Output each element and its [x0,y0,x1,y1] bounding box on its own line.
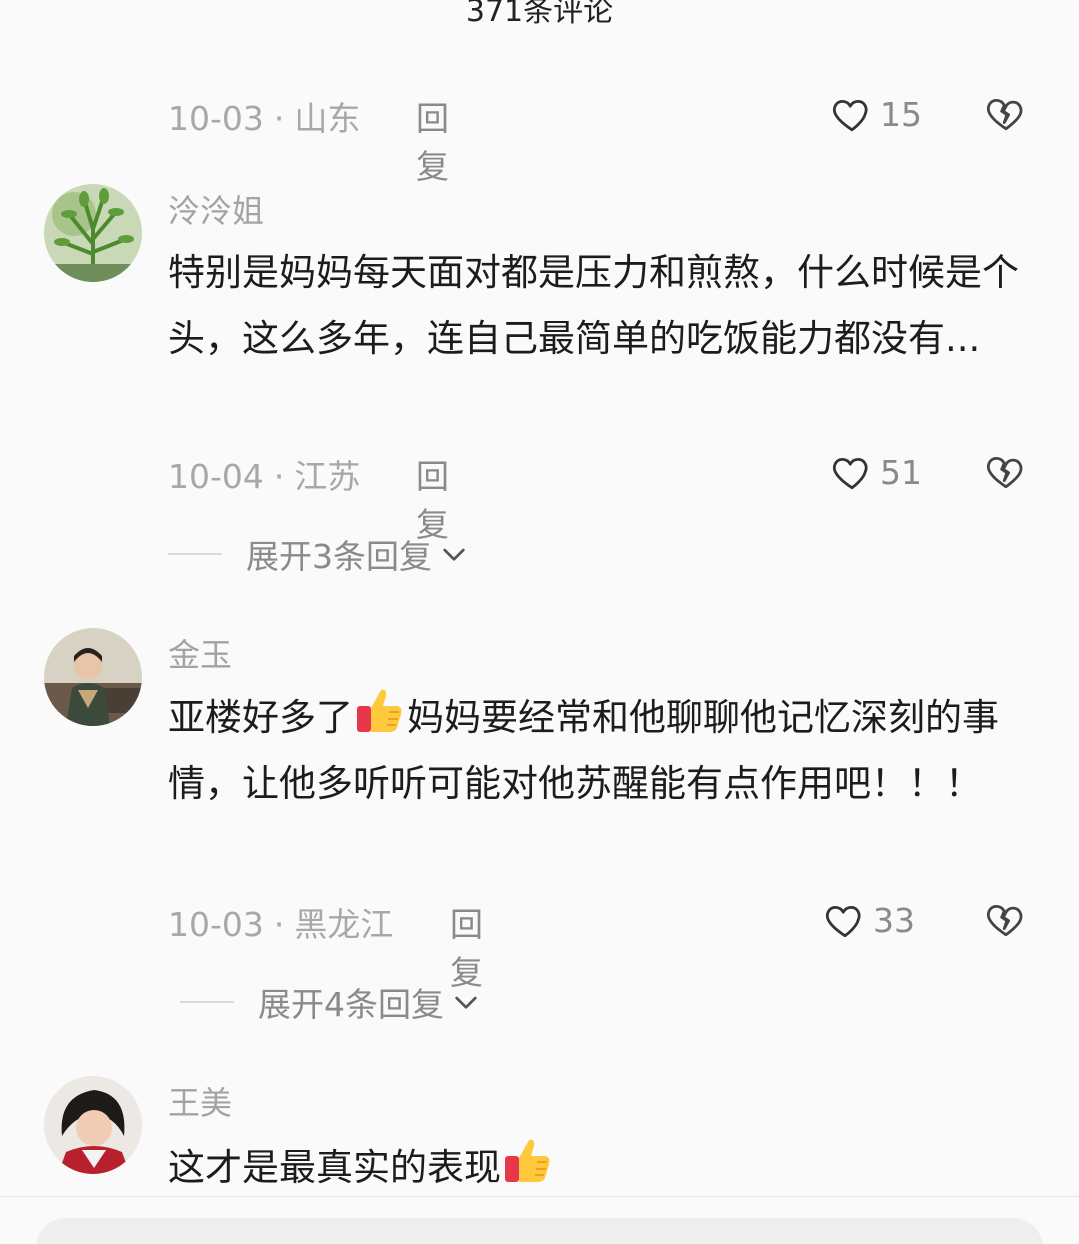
comment-meta: 10-04 · 江苏 回复 [168,450,449,544]
broken-heart-icon[interactable] [985,898,1027,940]
like-count: 15 [880,94,922,134]
broken-heart-icon[interactable] [985,450,1027,492]
comments-count-title: 371条评论 [465,0,614,29]
like-button[interactable]: 15 [830,92,922,136]
heart-outline-icon [832,100,868,132]
avatar[interactable] [44,184,142,282]
expand-divider [168,553,222,555]
avatar[interactable] [44,1076,142,1174]
comment-date: 10-04 [168,457,264,496]
meta-separator: · [273,905,285,944]
expand-label: 展开4条回复 [258,985,444,1024]
meta-separator: · [273,457,285,496]
comment-input-bar[interactable] [36,1218,1043,1244]
comment-text-part: 亚楼好多了 [168,696,353,739]
heart-outline-icon [825,906,861,938]
username[interactable]: 金玉 [168,630,232,676]
bottom-divider [0,1196,1079,1197]
heart-outline-icon [832,458,868,490]
expand-replies-button[interactable]: 展开3条回复 [168,530,470,578]
chevron-down-icon [443,548,465,561]
avatar[interactable] [44,628,142,726]
expand-divider [180,1001,234,1003]
like-count: 51 [880,452,922,492]
comment-location: 黑龙江 [294,905,394,944]
like-button[interactable]: 33 [823,898,915,942]
comment-date: 10-03 [168,905,264,944]
chevron-down-icon [455,996,477,1009]
expand-replies-button[interactable]: 展开4条回复 [180,978,482,1026]
comment-text: 这才是最真实的表现 [168,1134,1038,1201]
comment-text: 亚楼好多了 妈妈要经常和他聊聊他记忆深刻的事情，让他多听听可能对他苏醒能有点作用… [168,684,1038,817]
broken-heart-icon[interactable] [985,92,1027,134]
thumbs-up-emoji [505,1139,550,1182]
thumbs-up-emoji [357,689,402,732]
comment-date: 10-03 [168,99,264,138]
comment-meta: 10-03 · 黑龙江 回复 [168,898,483,992]
username[interactable]: 王美 [168,1078,232,1124]
username[interactable]: 泠泠姐 [168,186,264,232]
expand-label: 展开3条回复 [246,537,432,576]
reply-button[interactable]: 回复 [416,92,449,188]
comment-location: 山东 [294,99,361,138]
comment-location: 江苏 [294,457,361,496]
meta-separator: · [273,99,285,138]
comment-text-part: 这才是最真实的表现 [168,1146,501,1189]
like-count: 33 [873,900,915,940]
comment-text: 特别是妈妈每天面对都是压力和煎熬，什么时候是个头，这么多年，连自己最简单的吃饭能… [168,251,1019,360]
like-button[interactable]: 51 [830,450,922,494]
comment-meta: 10-03 · 山东 回复 [168,92,449,186]
